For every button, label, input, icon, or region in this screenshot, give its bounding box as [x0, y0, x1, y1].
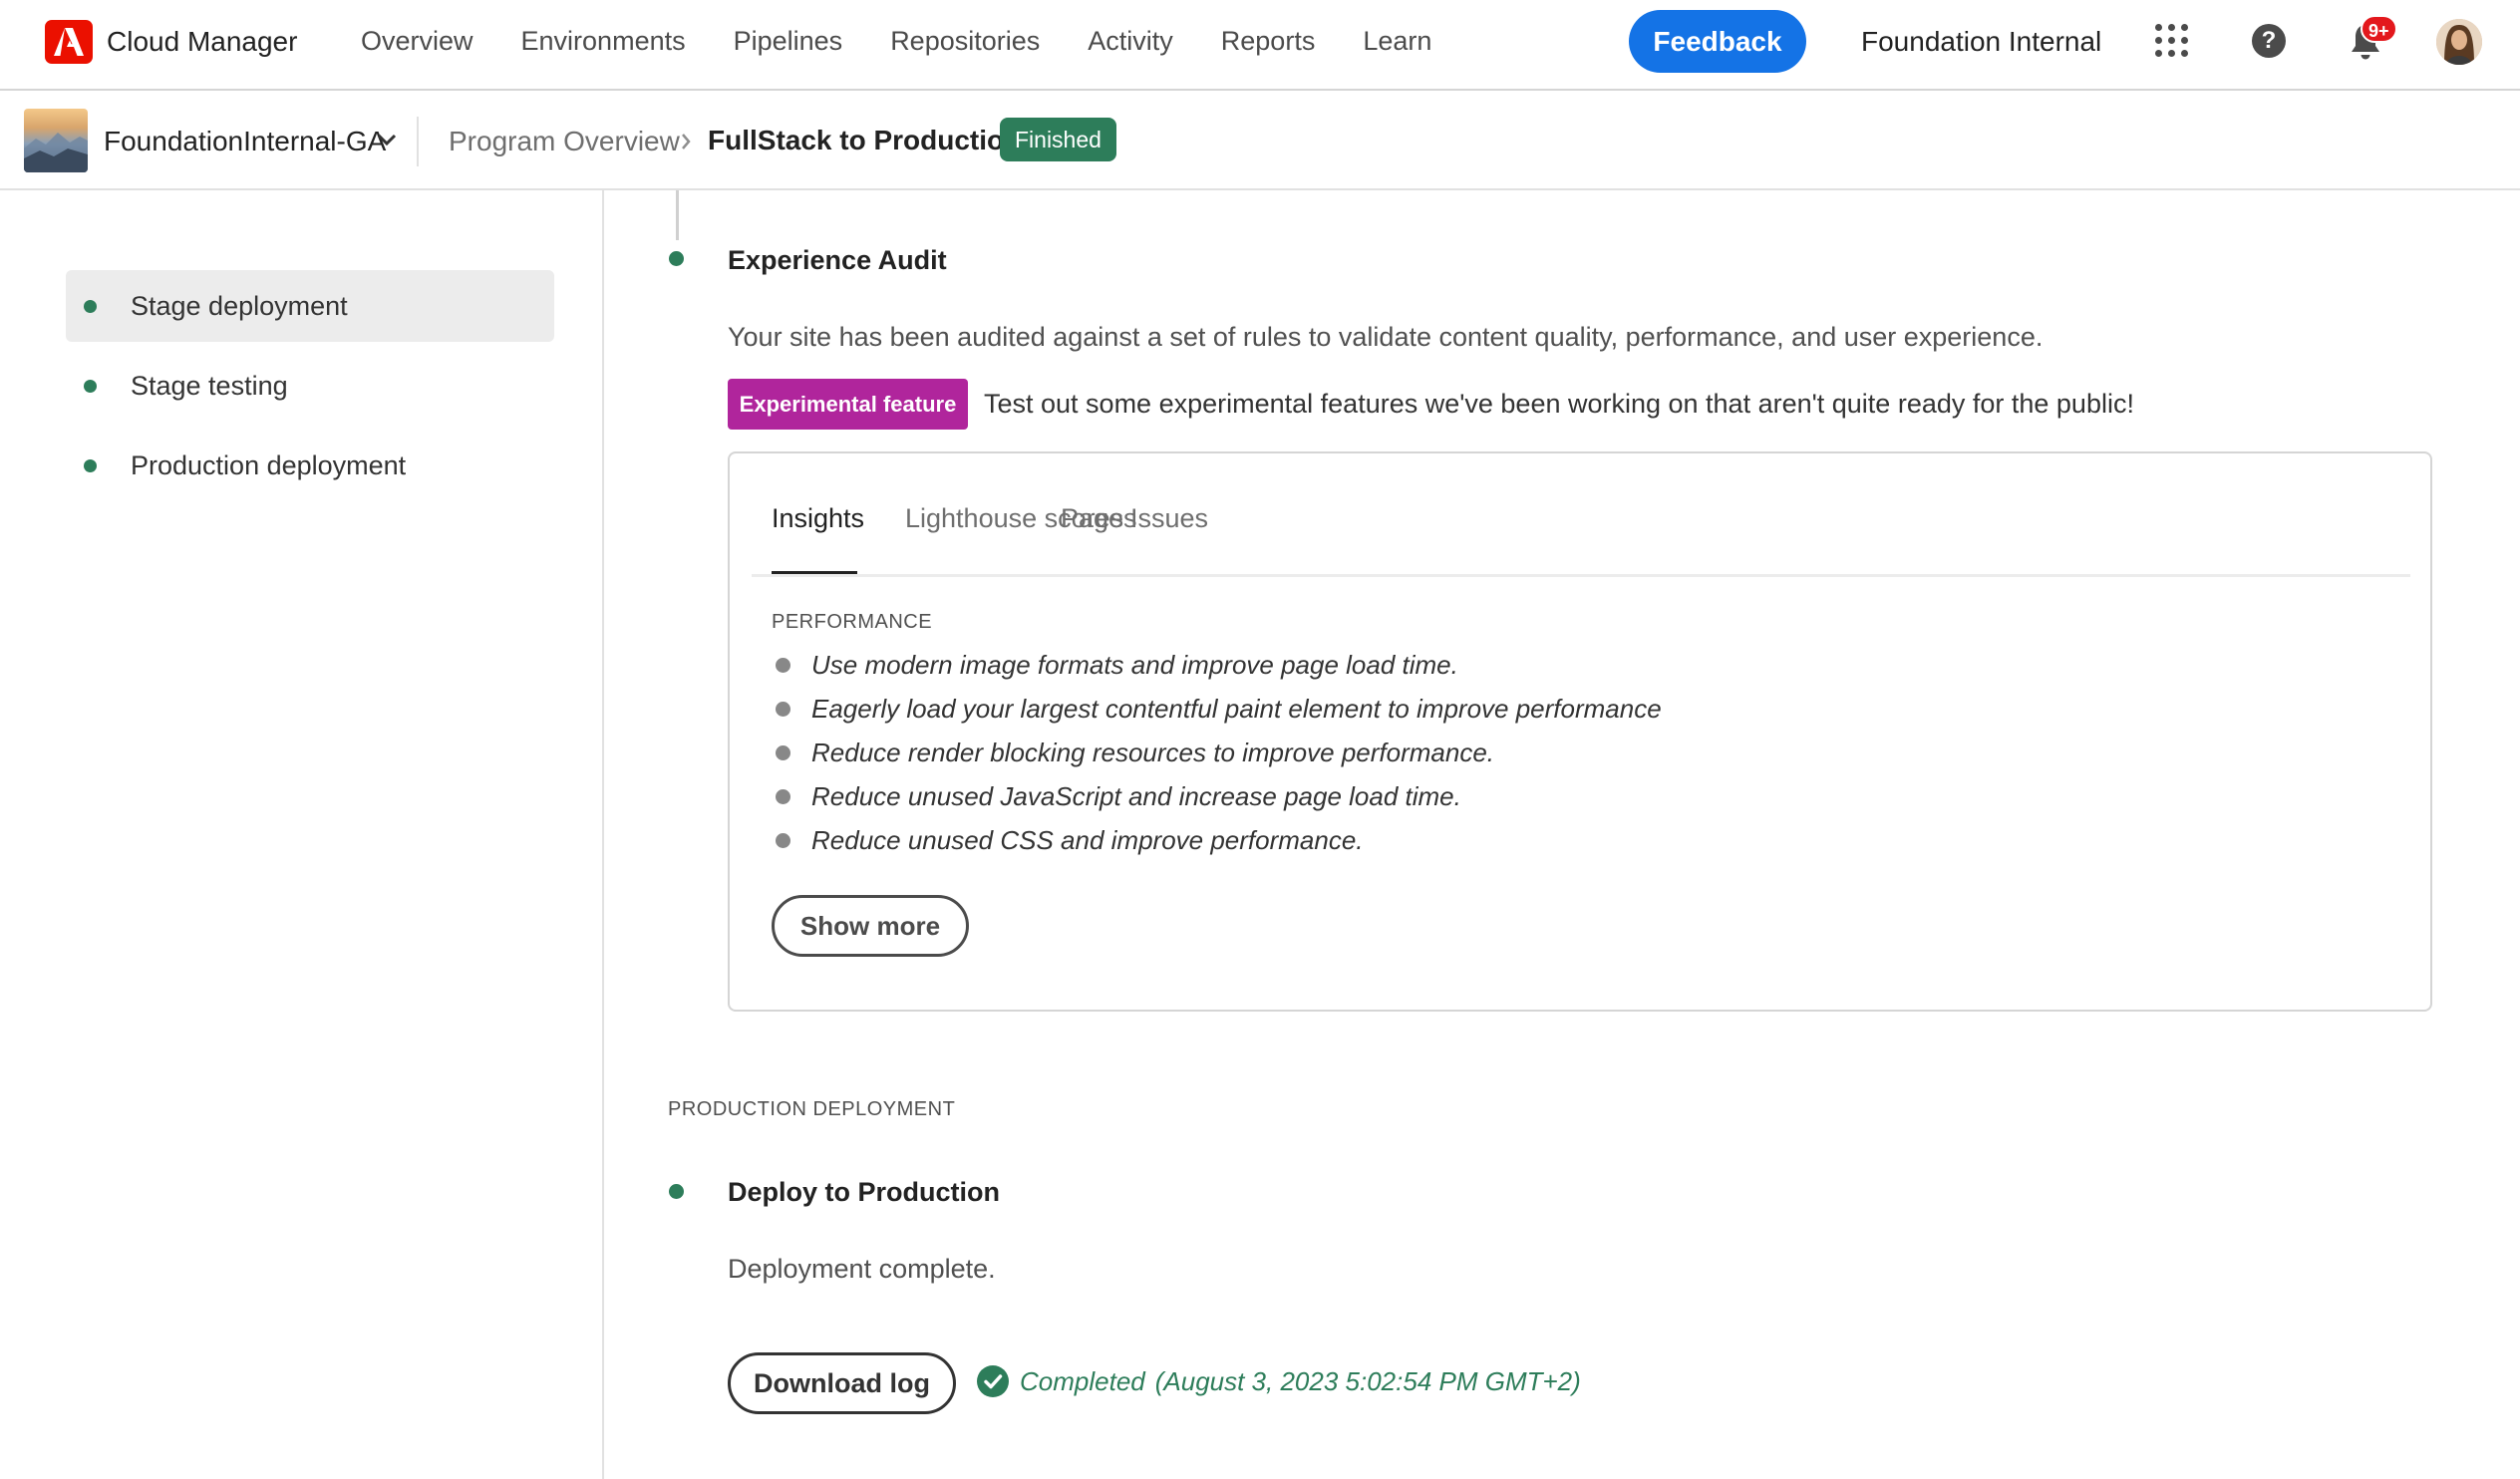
- app-switcher-icon[interactable]: [2155, 24, 2189, 58]
- list-item: Use modern image formats and improve pag…: [772, 643, 1662, 687]
- breadcrumb-program-overview[interactable]: Program Overview: [449, 126, 680, 157]
- section-heading-performance: PERFORMANCE: [772, 611, 933, 633]
- insight-text: Reduce unused JavaScript and increase pa…: [811, 781, 1461, 811]
- main-nav: Overview Environments Pipelines Reposito…: [361, 26, 1479, 57]
- insight-text: Reduce render blocking resources to impr…: [811, 738, 1495, 767]
- completed-label: Completed: [1020, 1366, 1145, 1396]
- step-description: Deployment complete.: [728, 1254, 996, 1284]
- program-header: FoundationInternal-GA Program Overview F…: [0, 91, 2520, 190]
- sidebar-item-stage-testing[interactable]: Stage testing: [66, 350, 554, 422]
- sidebar-item-label: Production deployment: [131, 450, 407, 480]
- step-sidebar: Stage deployment Stage testing Productio…: [0, 190, 604, 1479]
- step-title-deploy-to-production: Deploy to Production: [728, 1177, 1000, 1207]
- completed-timestamp: (August 3, 2023 5:02:54 PM GMT+2): [1154, 1366, 1581, 1396]
- experimental-note: Test out some experimental features we'v…: [984, 389, 2134, 419]
- audit-panel: Insights Lighthouse scores Pages Issues …: [728, 451, 2432, 1012]
- status-dot: [84, 459, 97, 472]
- program-selector[interactable]: FoundationInternal-GA: [104, 126, 386, 157]
- audit-tabs: Insights Lighthouse scores Pages Issues: [752, 503, 2410, 577]
- insight-list: Use modern image formats and improve pag…: [772, 643, 1662, 862]
- list-item: Reduce unused JavaScript and increase pa…: [772, 774, 1662, 818]
- app-title[interactable]: Cloud Manager: [107, 26, 297, 58]
- list-item: Eagerly load your largest contentful pai…: [772, 687, 1662, 731]
- top-navigation: Cloud Manager Overview Environments Pipe…: [0, 0, 2520, 91]
- insight-text: Reduce unused CSS and improve performanc…: [811, 825, 1364, 855]
- program-thumbnail: [24, 109, 88, 172]
- bullet-icon: [776, 702, 790, 717]
- nav-reports[interactable]: Reports: [1221, 26, 1316, 57]
- status-badge: Finished: [1000, 118, 1116, 161]
- status-dot: [84, 300, 97, 313]
- user-avatar[interactable]: [2436, 19, 2482, 65]
- nav-activity[interactable]: Activity: [1088, 26, 1173, 57]
- active-tab-indicator: [772, 571, 857, 574]
- bullet-icon: [776, 745, 790, 760]
- sidebar-item-label: Stage testing: [131, 371, 288, 401]
- sidebar-item-label: Stage deployment: [131, 291, 348, 321]
- bullet-icon: [776, 789, 790, 804]
- list-item: Reduce render blocking resources to impr…: [772, 731, 1662, 774]
- bullet-icon: [776, 833, 790, 848]
- tab-insights[interactable]: Insights: [772, 503, 864, 534]
- nav-learn[interactable]: Learn: [1363, 26, 1431, 57]
- notification-badge: 9+: [2361, 15, 2397, 43]
- show-more-button[interactable]: Show more: [772, 895, 969, 957]
- section-heading-production-deployment: PRODUCTION DEPLOYMENT: [668, 1098, 956, 1120]
- help-icon[interactable]: ?: [2252, 24, 2286, 58]
- step-status-dot: [669, 251, 684, 266]
- feedback-button[interactable]: Feedback: [1629, 10, 1806, 73]
- insight-text: Eagerly load your largest contentful pai…: [811, 694, 1662, 724]
- step-status-dot: [669, 1184, 684, 1199]
- insight-text: Use modern image formats and improve pag…: [811, 650, 1458, 680]
- org-switcher[interactable]: Foundation Internal: [1861, 26, 2101, 58]
- nav-pipelines[interactable]: Pipelines: [734, 26, 843, 57]
- checkmark-circle-icon: [977, 1365, 1009, 1397]
- step-title-experience-audit: Experience Audit: [728, 245, 947, 275]
- bullet-icon: [776, 658, 790, 673]
- tab-issues[interactable]: Issues: [1130, 503, 1208, 534]
- divider: [417, 117, 419, 166]
- sidebar-item-production-deployment[interactable]: Production deployment: [66, 430, 554, 501]
- completion-status: Completed (August 3, 2023 5:02:54 PM GMT+…: [1020, 1366, 1581, 1397]
- chevron-right-icon: [682, 134, 691, 149]
- tab-pages[interactable]: Pages: [1061, 503, 1137, 534]
- status-dot: [84, 380, 97, 393]
- list-item: Reduce unused CSS and improve performanc…: [772, 818, 1662, 862]
- experimental-badge: Experimental feature: [728, 379, 968, 430]
- download-log-button[interactable]: Download log: [728, 1352, 956, 1414]
- chevron-down-icon[interactable]: [377, 133, 397, 147]
- nav-overview[interactable]: Overview: [361, 26, 473, 57]
- step-description: Your site has been audited against a set…: [728, 322, 2044, 352]
- timeline-connector: [676, 190, 679, 240]
- sidebar-item-stage-deployment[interactable]: Stage deployment: [66, 270, 554, 342]
- nav-environments[interactable]: Environments: [521, 26, 686, 57]
- breadcrumb-current: FullStack to Production: [708, 125, 1022, 155]
- nav-repositories[interactable]: Repositories: [890, 26, 1040, 57]
- adobe-logo-icon[interactable]: [45, 20, 93, 64]
